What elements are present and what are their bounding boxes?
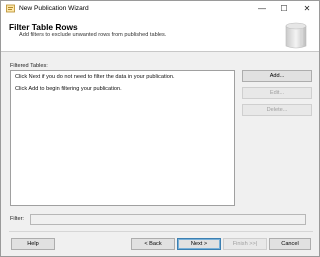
back-button[interactable]: < Back bbox=[131, 238, 175, 250]
instruction-line-add: Click Add to begin filtering your public… bbox=[15, 86, 122, 92]
edit-button[interactable]: Edit... bbox=[242, 87, 312, 99]
instruction-line-next: Click Next if you do not need to filter … bbox=[15, 74, 175, 80]
title-bar: New Publication Wizard — ☐ ✕ bbox=[1, 1, 319, 16]
cancel-button[interactable]: Cancel bbox=[269, 238, 311, 250]
filter-field[interactable] bbox=[30, 214, 306, 225]
finish-button[interactable]: Finish >>| bbox=[223, 238, 267, 250]
window-title: New Publication Wizard bbox=[19, 5, 89, 12]
minimize-icon[interactable]: — bbox=[251, 1, 273, 16]
wizard-header-graphic bbox=[285, 22, 307, 49]
help-button[interactable]: Help bbox=[11, 238, 55, 250]
maximize-icon[interactable]: ☐ bbox=[273, 1, 295, 16]
page-subtitle: Add filters to exclude unwanted rows fro… bbox=[19, 32, 167, 38]
add-button[interactable]: Add... bbox=[242, 70, 312, 82]
filtered-tables-label: Filtered Tables: bbox=[10, 63, 48, 69]
wizard-app-icon bbox=[6, 4, 15, 13]
filter-label: Filter: bbox=[10, 216, 24, 222]
page-title: Filter Table Rows bbox=[9, 22, 78, 32]
next-button[interactable]: Next > bbox=[177, 238, 221, 250]
close-icon[interactable]: ✕ bbox=[296, 1, 318, 16]
wizard-header: Filter Table Rows Add filters to exclude… bbox=[1, 16, 319, 52]
filtered-tables-list[interactable]: Click Next if you do not need to filter … bbox=[10, 70, 235, 206]
delete-button[interactable]: Delete... bbox=[242, 104, 312, 116]
wizard-window: New Publication Wizard — ☐ ✕ Filter Tabl… bbox=[0, 0, 320, 257]
footer-separator bbox=[9, 231, 313, 232]
